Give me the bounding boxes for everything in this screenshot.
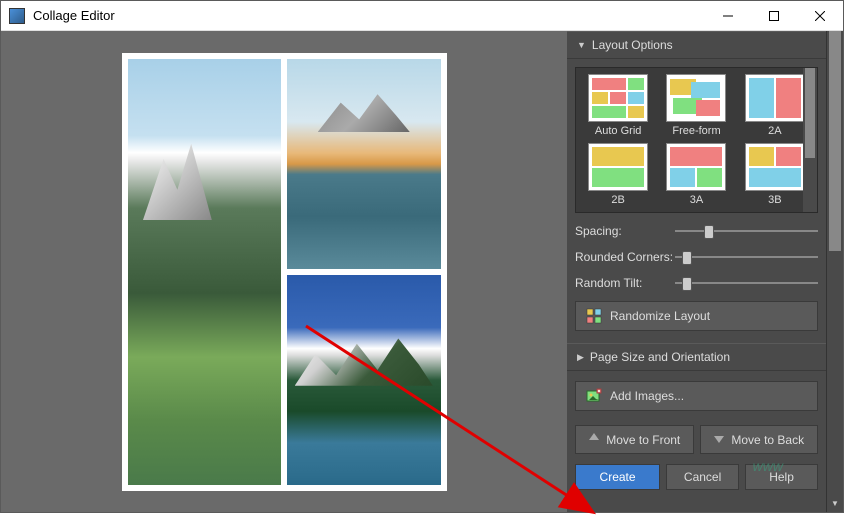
scrollbar-thumb[interactable] [829, 31, 841, 251]
move-to-back-button[interactable]: Move to Back [700, 425, 819, 454]
spacing-label: Spacing: [575, 224, 675, 238]
add-images-icon [586, 388, 602, 404]
randomize-icon [586, 308, 602, 324]
scrollbar-thumb[interactable] [805, 68, 815, 158]
side-panel: ▼ Layout Options Auto Grid Free-form [567, 31, 843, 512]
content-area: ▼ Layout Options Auto Grid Free-form [1, 31, 843, 512]
dialog-buttons: Create Cancel Help [567, 458, 826, 500]
rounded-corners-slider[interactable] [675, 249, 818, 265]
layout-3b[interactable]: 3B [739, 143, 811, 206]
create-button[interactable]: Create [575, 464, 660, 490]
layout-free-form[interactable]: Free-form [660, 74, 732, 137]
layout-2a[interactable]: 2A [739, 74, 811, 137]
z-order-row: Move to Front Move to Back [567, 421, 826, 458]
window-controls [705, 1, 843, 30]
layout-template-grid: Auto Grid Free-form 2A 2B [575, 67, 818, 213]
collage-cell-1[interactable] [128, 59, 282, 485]
layout-grid-scrollbar[interactable] [803, 68, 817, 212]
maximize-button[interactable] [751, 1, 797, 30]
titlebar: Collage Editor [1, 1, 843, 31]
close-button[interactable] [797, 1, 843, 30]
layout-3a[interactable]: 3A [660, 143, 732, 206]
tilt-row: Random Tilt: [575, 275, 818, 291]
random-tilt-slider[interactable] [675, 275, 818, 291]
section-layout-options[interactable]: ▼ Layout Options [567, 31, 826, 59]
watermark: www [753, 458, 783, 474]
collage-image [128, 59, 282, 485]
rounded-row: Rounded Corners: [575, 249, 818, 265]
section-title: Layout Options [592, 38, 673, 52]
layout-options-body: Auto Grid Free-form 2A 2B [567, 59, 826, 343]
tilt-label: Random Tilt: [575, 276, 675, 290]
collage-image [287, 59, 441, 269]
spacing-row: Spacing: [575, 223, 818, 239]
arrow-up-icon [588, 432, 600, 447]
move-to-front-button[interactable]: Move to Front [575, 425, 694, 454]
panel-scrollbar[interactable]: ▲ ▼ [826, 31, 843, 512]
app-window: Collage Editor [0, 0, 844, 513]
canvas-area[interactable] [1, 31, 567, 512]
collage-image [287, 275, 441, 485]
chevron-right-icon: ▶ [577, 352, 584, 363]
app-icon [9, 8, 25, 24]
chevron-down-icon: ▼ [577, 40, 586, 50]
section-title: Page Size and Orientation [590, 350, 730, 364]
spacing-slider[interactable] [675, 223, 818, 239]
cancel-button[interactable]: Cancel [666, 464, 739, 490]
minimize-button[interactable] [705, 1, 751, 30]
scroll-down-icon[interactable]: ▼ [827, 495, 843, 512]
collage-cell-2[interactable] [287, 59, 441, 269]
collage-preview[interactable] [122, 53, 447, 491]
arrow-down-icon [713, 432, 725, 447]
layout-2b[interactable]: 2B [582, 143, 654, 206]
section-page-size[interactable]: ▶ Page Size and Orientation [567, 343, 826, 371]
rounded-label: Rounded Corners: [575, 250, 675, 264]
add-images-button[interactable]: Add Images... [575, 381, 818, 411]
window-title: Collage Editor [33, 8, 705, 23]
collage-cell-3[interactable] [287, 275, 441, 485]
randomize-layout-button[interactable]: Randomize Layout [575, 301, 818, 331]
layout-auto-grid[interactable]: Auto Grid [582, 74, 654, 137]
